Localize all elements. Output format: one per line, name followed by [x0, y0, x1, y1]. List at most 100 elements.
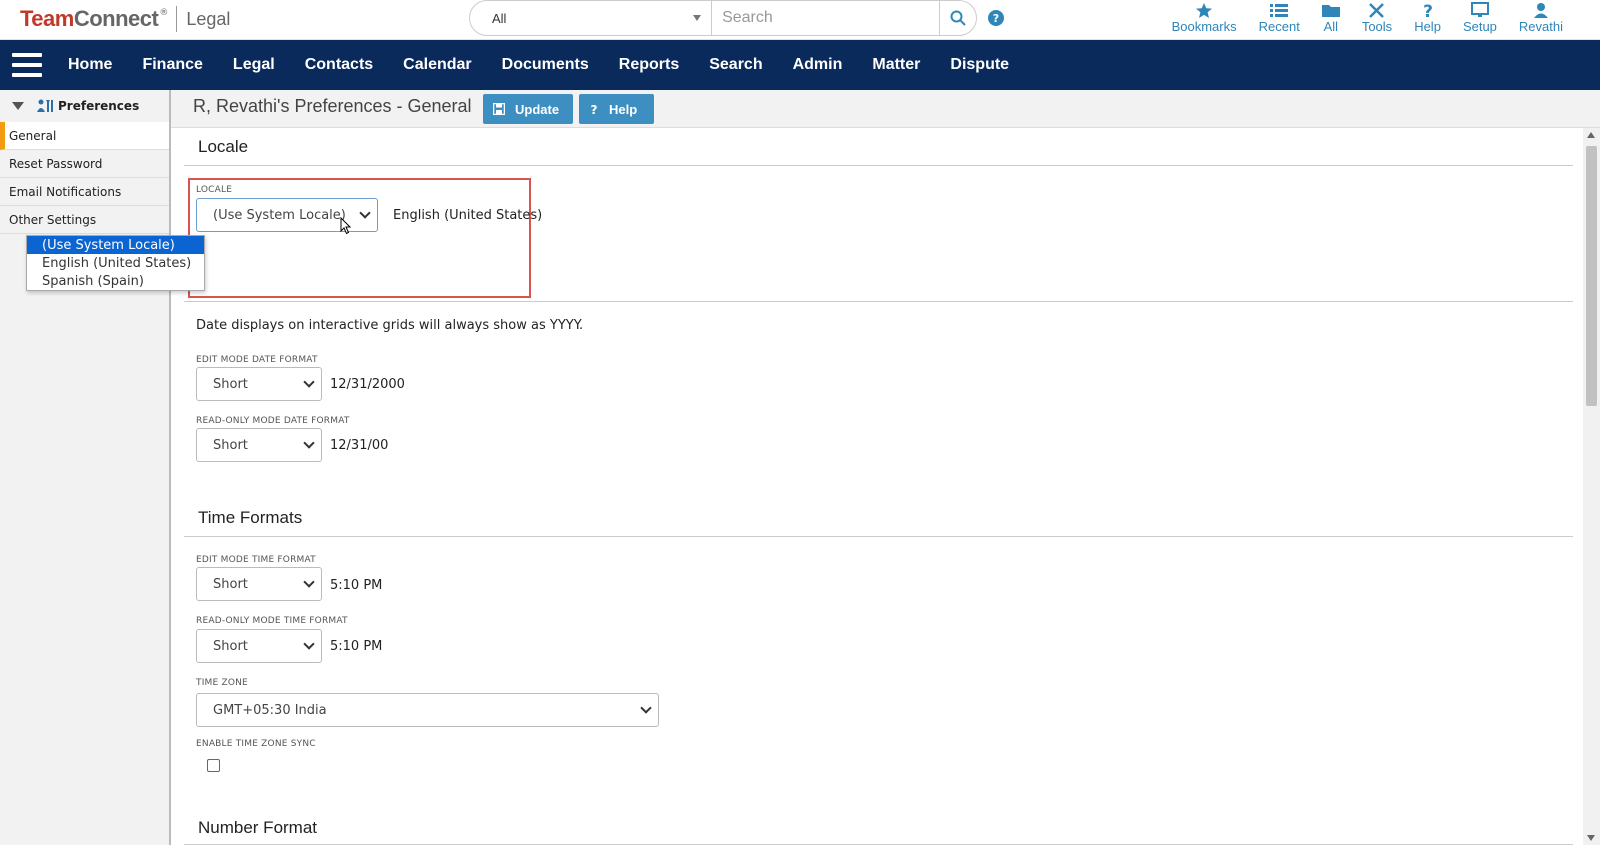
- sidebar: Preferences General Reset Password Email…: [0, 90, 171, 845]
- chevron-down-icon: [359, 207, 371, 219]
- nav-legal[interactable]: Legal: [233, 56, 275, 74]
- sidebar-item-label: Other Settings: [9, 212, 97, 227]
- section-divider: [184, 165, 1573, 166]
- date-grid-note: Date displays on interactive grids will …: [196, 318, 584, 333]
- toolbar-label: Recent: [1258, 19, 1300, 34]
- sidebar-item-label: Email Notifications: [9, 184, 122, 199]
- time-zone-sync-label: ENABLE TIME ZONE SYNC: [196, 739, 316, 749]
- svg-text:?: ?: [591, 103, 598, 115]
- global-search: All: [469, 0, 977, 36]
- locale-select-value: (Use System Locale): [213, 207, 346, 223]
- toolbar-bookmarks[interactable]: Bookmarks: [1161, 2, 1248, 34]
- sidebar-item-email-notifications[interactable]: Email Notifications: [0, 178, 169, 206]
- readonly-date-format-select[interactable]: Short: [196, 428, 322, 462]
- nav-matter[interactable]: Matter: [872, 56, 920, 74]
- toolbar-tools[interactable]: Tools: [1351, 2, 1403, 34]
- section-divider: [184, 301, 1573, 302]
- locale-dropdown-list: (Use System Locale) English (United Stat…: [26, 235, 205, 291]
- section-title-number-format: Number Format: [198, 818, 318, 837]
- time-zone-sync-checkbox[interactable]: [207, 759, 220, 772]
- nav-documents[interactable]: Documents: [502, 56, 589, 74]
- help-button[interactable]: ? Help: [579, 94, 654, 124]
- locale-option-system[interactable]: (Use System Locale): [27, 236, 204, 254]
- chevron-down-icon: [640, 702, 652, 714]
- nav-search[interactable]: Search: [709, 56, 762, 74]
- mouse-cursor-icon: [340, 217, 352, 235]
- search-help-icon[interactable]: ?: [988, 10, 1004, 26]
- scroll-thumb[interactable]: [1586, 146, 1597, 406]
- help-button-label: Help: [609, 101, 638, 117]
- nav-reports[interactable]: Reports: [619, 56, 679, 74]
- page-scrollbar[interactable]: [1583, 128, 1600, 845]
- toolbar-user[interactable]: Revathi: [1508, 2, 1574, 34]
- toolbar-label: Setup: [1462, 19, 1497, 34]
- question-icon: ?: [591, 103, 598, 115]
- readonly-date-format-label: READ-ONLY MODE DATE FORMAT: [196, 416, 350, 426]
- readonly-time-format-value: Short: [213, 638, 248, 654]
- toolbar-all[interactable]: All: [1311, 2, 1351, 34]
- time-zone-select[interactable]: GMT+05:30 India: [196, 693, 659, 727]
- logo-product-name: Legal: [186, 8, 231, 29]
- search-scope-value: All: [492, 10, 507, 26]
- locale-option-spanish-spain[interactable]: Spanish (Spain): [27, 272, 204, 290]
- sidebar-item-label: Reset Password: [9, 156, 103, 171]
- monitor-icon: [1470, 2, 1489, 17]
- toolbar-recent[interactable]: Recent: [1248, 2, 1311, 34]
- tools-icon: [1369, 3, 1384, 18]
- scroll-up-icon[interactable]: [1587, 132, 1595, 138]
- nav-finance[interactable]: Finance: [142, 56, 202, 74]
- nav-admin[interactable]: Admin: [793, 56, 843, 74]
- readonly-date-format-value: Short: [213, 437, 248, 453]
- preferences-form: Locale LOCALE (Use System Locale) Englis…: [171, 128, 1583, 845]
- sidebar-header[interactable]: Preferences: [0, 90, 169, 122]
- svg-text:?: ?: [1423, 2, 1433, 19]
- search-input[interactable]: [712, 1, 940, 35]
- search-button[interactable]: [939, 1, 976, 35]
- toolbar-label: Help: [1414, 19, 1441, 34]
- sidebar-header-label: Preferences: [58, 99, 140, 113]
- logo-connect-text: Connect: [73, 6, 159, 31]
- app-logo[interactable]: Team Connect ® Legal: [20, 4, 230, 34]
- edit-time-format-select[interactable]: Short: [196, 567, 322, 601]
- locale-label: LOCALE: [196, 185, 233, 195]
- search-icon: [950, 10, 966, 26]
- scroll-down-icon[interactable]: [1587, 835, 1595, 841]
- section-title-locale: Locale: [198, 137, 249, 156]
- update-button[interactable]: Update: [483, 94, 573, 124]
- nav-contacts[interactable]: Contacts: [305, 56, 373, 74]
- nav-calendar[interactable]: Calendar: [403, 56, 471, 74]
- page-title: R, Revathi's Preferences - General: [193, 96, 472, 116]
- locale-highlight-box: [188, 178, 531, 298]
- locale-option-english-us[interactable]: English (United States): [27, 254, 204, 272]
- time-zone-label: TIME ZONE: [196, 678, 248, 688]
- chevron-down-icon: [303, 437, 315, 449]
- toolbar-setup[interactable]: Setup: [1452, 2, 1508, 34]
- nav-dispute[interactable]: Dispute: [950, 56, 1009, 74]
- main-nav: Home Finance Legal Contacts Calendar Doc…: [0, 40, 1600, 90]
- readonly-time-format-select[interactable]: Short: [196, 629, 322, 663]
- page-header: R, Revathi's Preferences - General Updat…: [171, 90, 1600, 128]
- toolbar-help[interactable]: ? Help: [1403, 2, 1452, 34]
- sidebar-item-reset-password[interactable]: Reset Password: [0, 150, 169, 178]
- readonly-date-example: 12/31/00: [330, 438, 389, 453]
- section-divider: [184, 536, 1573, 537]
- locale-resolved-value: English (United States): [393, 208, 543, 223]
- sidebar-item-general[interactable]: General: [0, 122, 169, 150]
- sidebar-item-other-settings[interactable]: Other Settings: [0, 206, 169, 234]
- time-zone-value: GMT+05:30 India: [213, 702, 327, 718]
- nav-home[interactable]: Home: [68, 56, 112, 74]
- user-icon: [1533, 3, 1548, 18]
- edit-time-example: 5:10 PM: [330, 578, 383, 593]
- edit-date-format-label: EDIT MODE DATE FORMAT: [196, 355, 318, 365]
- utility-toolbar: Bookmarks Recent All Tools ? Help Setup …: [1161, 2, 1574, 34]
- star-icon: [1196, 3, 1213, 18]
- search-scope-select[interactable]: All: [470, 1, 713, 35]
- hamburger-menu-icon[interactable]: [12, 53, 42, 77]
- preferences-users-icon: [37, 99, 53, 112]
- chevron-down-icon: [303, 376, 315, 388]
- folder-icon: [1321, 5, 1340, 17]
- edit-date-format-select[interactable]: Short: [196, 367, 322, 401]
- logo-divider: [176, 6, 178, 32]
- caret-down-icon: [693, 15, 702, 21]
- edit-time-format-value: Short: [213, 576, 248, 592]
